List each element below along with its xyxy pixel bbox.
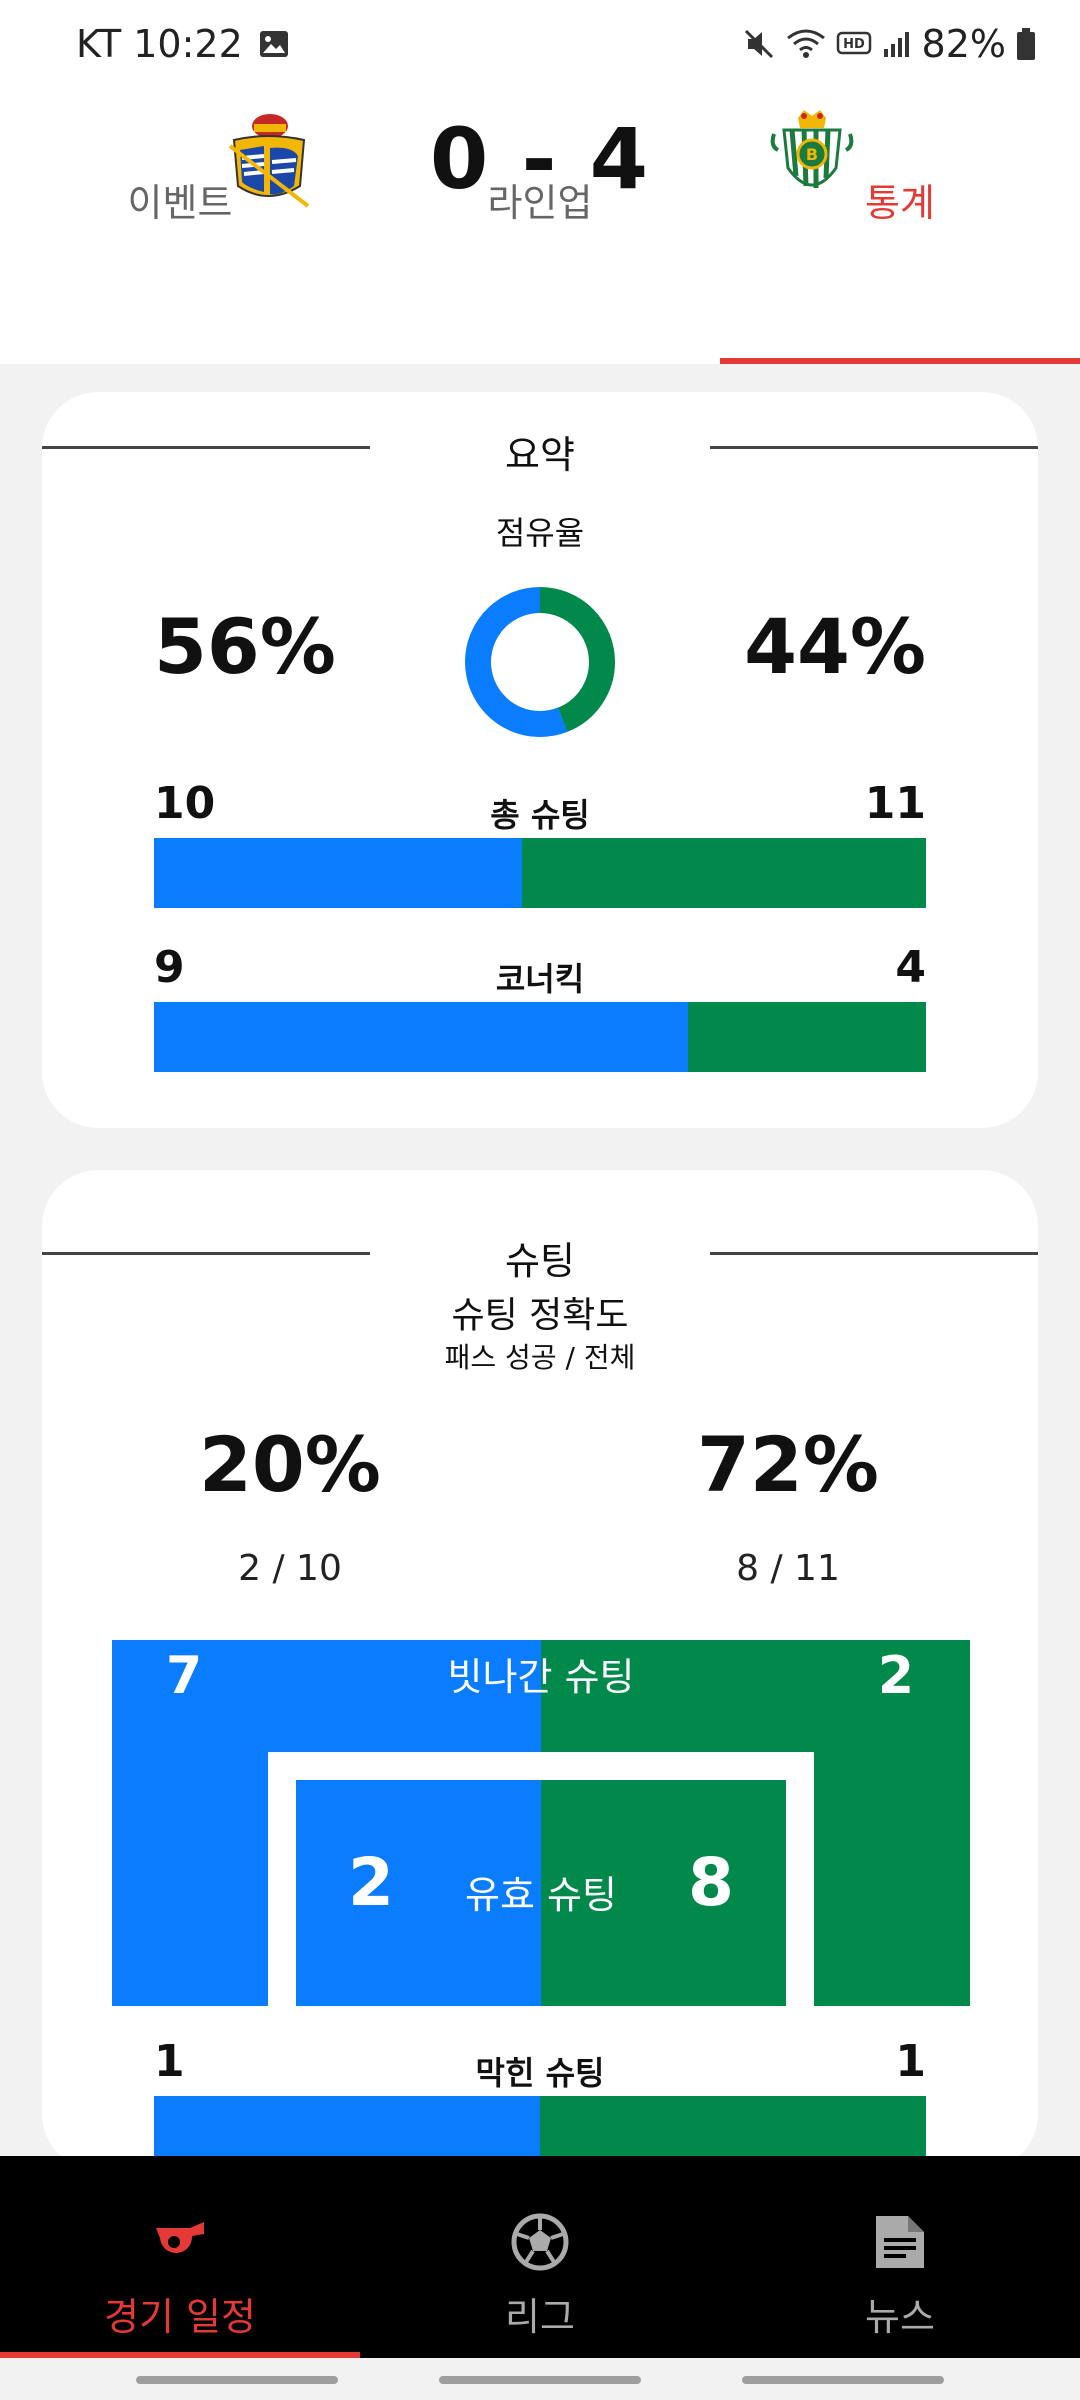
shooting-card: 슈팅 슈팅 정확도 패스 성공 / 전체 20% 72% 2 / 10 8 / … [42,1170,1038,2170]
shooting-title: 슈팅 [505,1239,575,1283]
signal-icon [882,29,912,59]
battery-percent: 82% [921,22,1006,66]
back-button[interactable] [742,2376,944,2384]
shooting-accuracy-title: 슈팅 정확도 [451,1295,629,1336]
corners-away: 4 [895,942,926,993]
home-possession: 56% [154,602,336,691]
tab-events[interactable]: 이벤트 [0,181,360,364]
svg-text:HD: HD [843,37,865,52]
match-header: 0 - 4 B 이벤트 라인업 통계 [0,92,1080,364]
away-shot-accuracy: 72% [697,1420,879,1509]
blocked-shots-away: 1 [895,2036,926,2087]
status-bar: KT 10:22 HD 82% [0,0,1080,92]
tab-stats[interactable]: 통계 [720,181,1080,364]
total-shots-away: 11 [864,778,926,829]
corners-bar-away [688,1002,926,1072]
home-button[interactable] [439,2376,641,2384]
nav-league[interactable]: 리그 [360,2156,720,2358]
away-shot-fraction: 8 / 11 [736,1548,840,1589]
nav-league-label: 리그 [505,2295,575,2339]
news-document-icon [872,2212,928,2276]
on-target-label: 유효 슈팅 [465,1873,617,1917]
summary-title: 요약 [505,433,575,477]
total-shots-bar-away [521,838,926,908]
tab-stats-label: 통계 [865,181,935,225]
corners-bar [154,1002,926,1072]
off-target-label: 빗나간 슈팅 [447,1655,635,1699]
tab-lineup[interactable]: 라인업 [360,181,720,364]
recent-apps-button[interactable] [136,2376,338,2384]
away-possession: 44% [744,602,926,691]
blocked-shots-label: 막힌 슈팅 [475,2054,605,2092]
total-shots-bar [154,838,926,908]
home-shot-accuracy: 20% [199,1420,381,1509]
whistle-icon [150,2212,210,2266]
possession-label: 점유율 [495,514,585,552]
gallery-notification-icon [259,30,289,58]
shooting-accuracy-subtitle: 패스 성공 / 전체 [444,1341,636,1374]
status-left: KT 10:22 [76,22,289,66]
nav-news-label: 뉴스 [865,2295,935,2339]
corners-label: 코너킥 [495,960,585,998]
on-target-away: 8 [688,1844,734,1921]
nav-fixtures[interactable]: 경기 일정 [0,2156,360,2358]
bottom-navigation: 경기 일정 리그 뉴스 [0,2156,1080,2358]
tab-bar: 이벤트 라인업 통계 [0,181,1080,364]
system-gesture-bar [0,2358,1080,2400]
battery-icon [1016,27,1036,61]
shot-map-goal: 7 빗나간 슈팅 2 2 유효 슈팅 8 [112,1640,970,2006]
wifi-icon [786,28,826,60]
possession-donut-chart [465,587,615,737]
tab-lineup-label: 라인업 [487,181,593,225]
soccer-ball-icon [510,2212,570,2276]
nav-fixtures-label: 경기 일정 [104,2295,256,2339]
carrier-time: KT 10:22 [76,22,243,66]
hd-voice-icon: HD [836,29,872,59]
tab-events-label: 이벤트 [127,181,233,225]
summary-card: 요약 점유율 56% 44% 10 총 슈팅 11 9 코너킥 4 [42,392,1038,1128]
status-right: HD 82% [742,22,1036,66]
off-target-away: 2 [877,1646,914,1706]
nav-news[interactable]: 뉴스 [720,2156,1080,2358]
home-shot-fraction: 2 / 10 [238,1548,342,1589]
mute-icon [742,27,776,61]
total-shots-bar-home [154,838,522,908]
svg-text:B: B [806,145,818,164]
corners-bar-home [154,1002,689,1072]
